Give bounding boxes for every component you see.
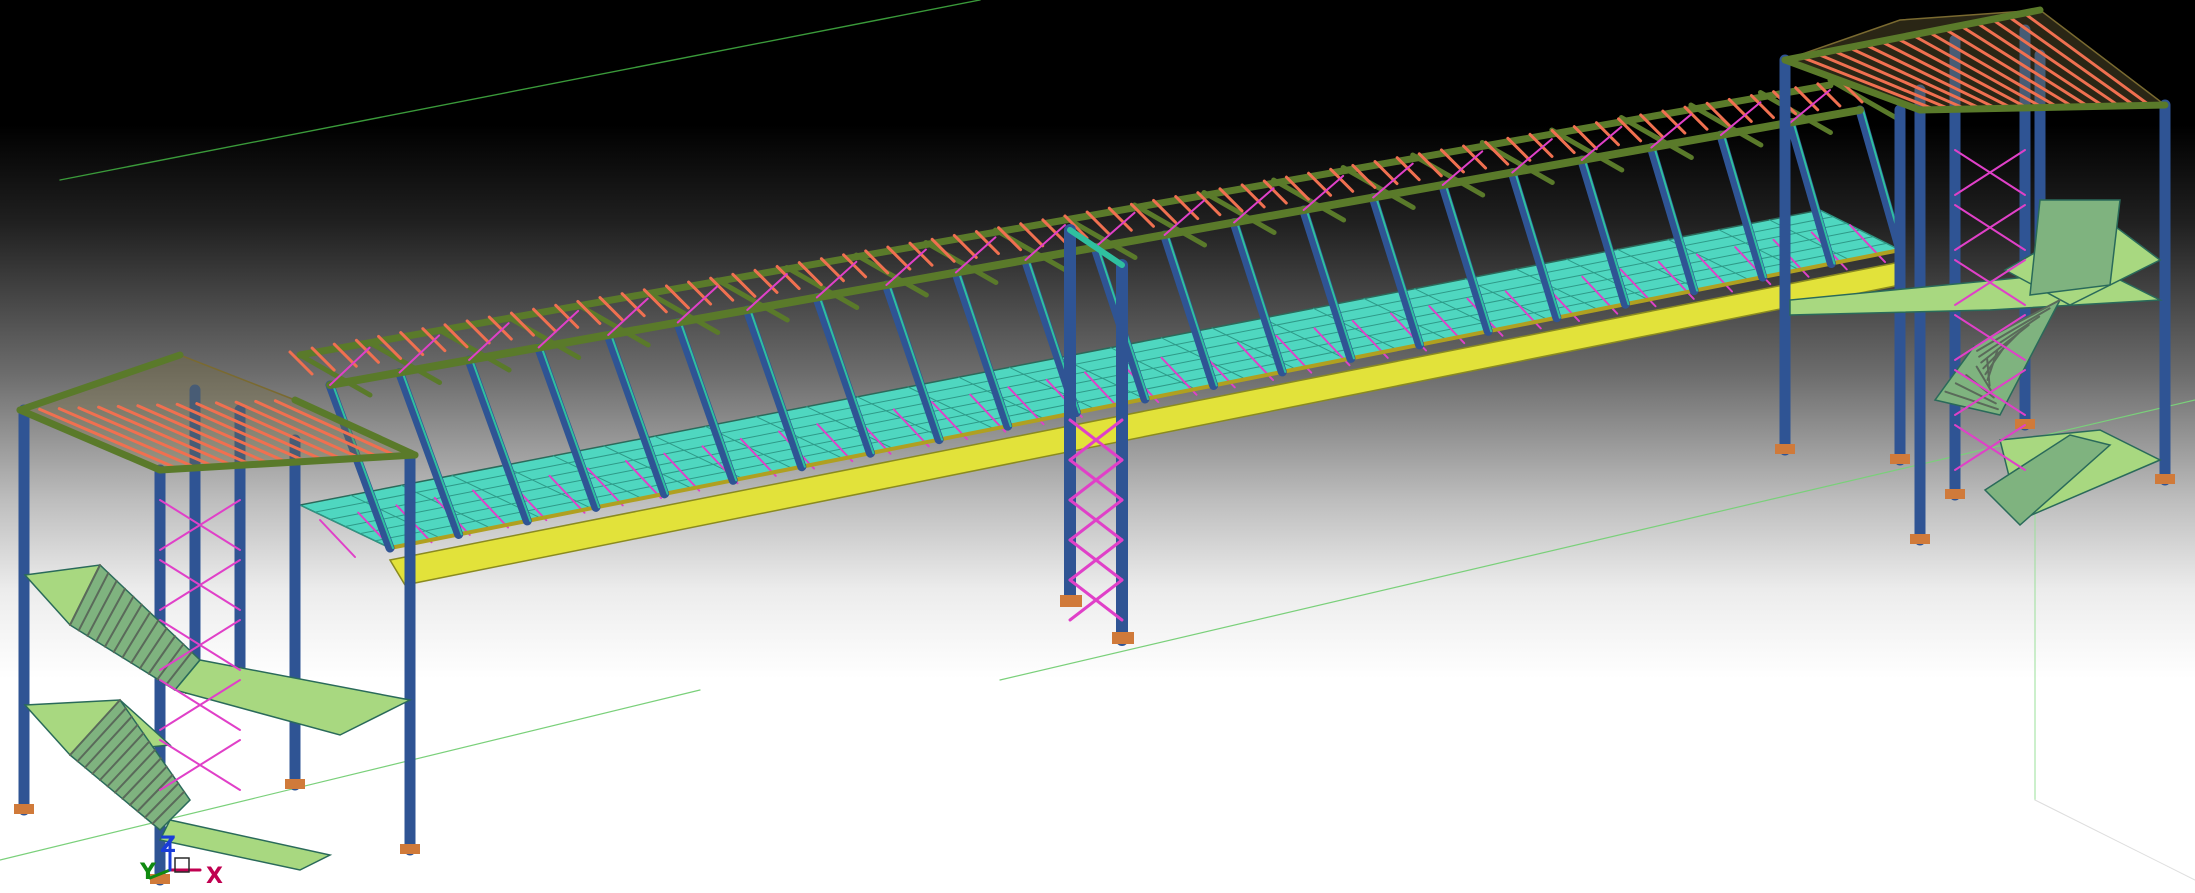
deck-edge-beam — [388, 261, 1901, 586]
base-plate — [1060, 595, 1082, 607]
steel-structure-model[interactable] — [0, 0, 2195, 893]
3d-model-viewport[interactable]: X Y Z — [0, 0, 2195, 893]
bridge-roof-purlins[interactable] — [288, 77, 1903, 398]
base-plate — [400, 844, 420, 854]
grid-line — [59, 0, 981, 181]
base-plate — [2015, 419, 2035, 429]
base-plate — [2155, 474, 2175, 484]
base-plate — [1775, 444, 1795, 454]
base-plate — [285, 779, 305, 789]
base-plate — [1910, 534, 1930, 544]
stair-flight — [2029, 199, 2121, 296]
left-stair-tower[interactable] — [14, 351, 420, 886]
base-plate — [1945, 489, 1965, 499]
grid-line — [2034, 799, 2195, 881]
base-plate — [14, 804, 34, 814]
tower-beam — [1916, 101, 2169, 114]
stair-landing — [158, 819, 333, 871]
axis-x-label: X — [206, 864, 223, 889]
axis-y-label: Y — [140, 860, 156, 885]
bridge-column — [1855, 105, 1905, 255]
base-plate — [1890, 454, 1910, 464]
base-plate — [1112, 632, 1134, 644]
axis-z-label: Z — [160, 833, 176, 858]
